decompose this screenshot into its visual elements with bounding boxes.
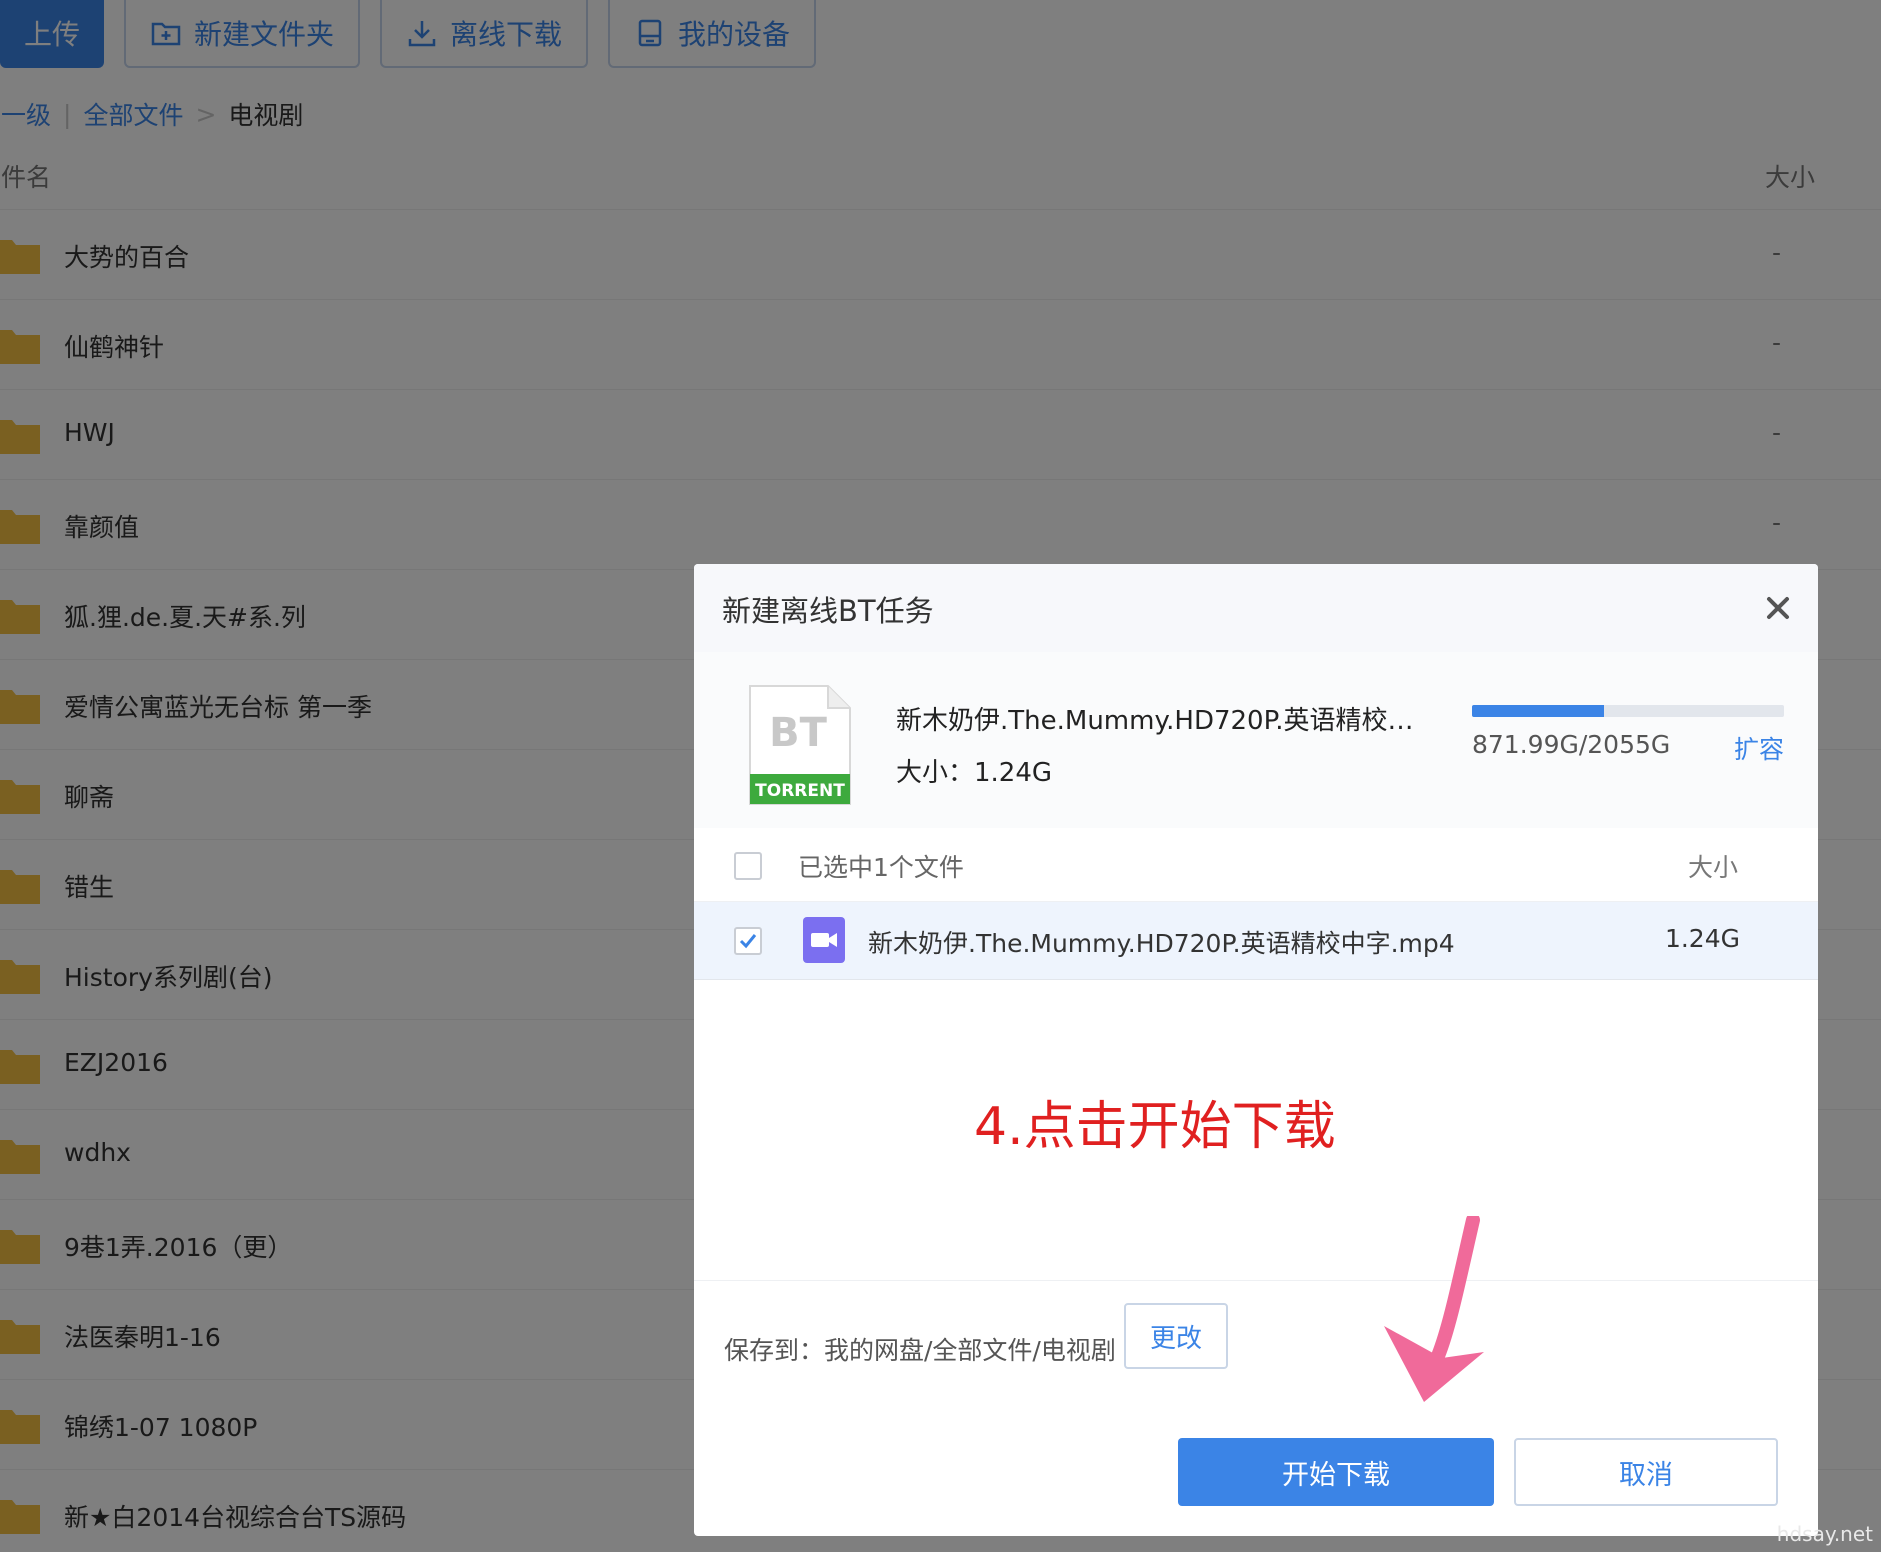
storage-quota-fill bbox=[1472, 705, 1605, 717]
dialog-title: 新建离线BT任务 bbox=[722, 594, 934, 628]
expand-storage-link[interactable]: 扩容 bbox=[1734, 730, 1784, 766]
change-path-button[interactable]: 更改 bbox=[1124, 1303, 1228, 1369]
new-offline-bt-task-dialog: 新建离线BT任务 BT TORRENT 新木奶伊.The.Mummy.HD720… bbox=[694, 564, 1818, 1536]
size-column-header: 大小 bbox=[1687, 853, 1738, 882]
torrent-name: 新木奶伊.The.Mummy.HD720P.英语精校中字... bbox=[896, 706, 1416, 736]
bt-torrent-icon: BT TORRENT bbox=[748, 684, 852, 806]
torrent-size: 大小：1.24G bbox=[896, 758, 1053, 788]
video-file-icon bbox=[802, 916, 846, 964]
file-selection-header: 已选中1个文件 大小 bbox=[694, 828, 1818, 902]
bt-icon-text: BT bbox=[769, 710, 827, 756]
dialog-header: 新建离线BT任务 bbox=[694, 564, 1818, 652]
instruction-annotation: 4.点击开始下载 bbox=[974, 1097, 1336, 1157]
storage-quota-text: 871.99G/2055G bbox=[1472, 730, 1671, 759]
pointer-arrow-icon bbox=[1380, 1213, 1490, 1406]
torrent-file-name: 新木奶伊.The.Mummy.HD720P.英语精校中字.mp4 bbox=[868, 929, 1455, 958]
watermark: hdsay.net bbox=[1776, 1522, 1873, 1546]
start-download-button[interactable]: 开始下载 bbox=[1178, 1438, 1494, 1506]
selected-count-label: 已选中1个文件 bbox=[798, 853, 964, 882]
close-icon[interactable] bbox=[1760, 590, 1796, 626]
save-path-label: 保存到：我的网盘/全部文件/电视剧 bbox=[724, 1336, 1116, 1365]
cancel-button[interactable]: 取消 bbox=[1514, 1438, 1778, 1506]
torrent-icon-text: TORRENT bbox=[755, 781, 845, 801]
torrent-file-row[interactable]: 新木奶伊.The.Mummy.HD720P.英语精校中字.mp4 1.24G bbox=[694, 902, 1818, 980]
torrent-file-size: 1.24G bbox=[1664, 924, 1740, 953]
storage-quota-bar bbox=[1472, 705, 1784, 717]
checkmark-icon bbox=[739, 934, 757, 949]
file-checkbox[interactable] bbox=[734, 927, 762, 955]
select-all-checkbox[interactable] bbox=[734, 852, 762, 880]
